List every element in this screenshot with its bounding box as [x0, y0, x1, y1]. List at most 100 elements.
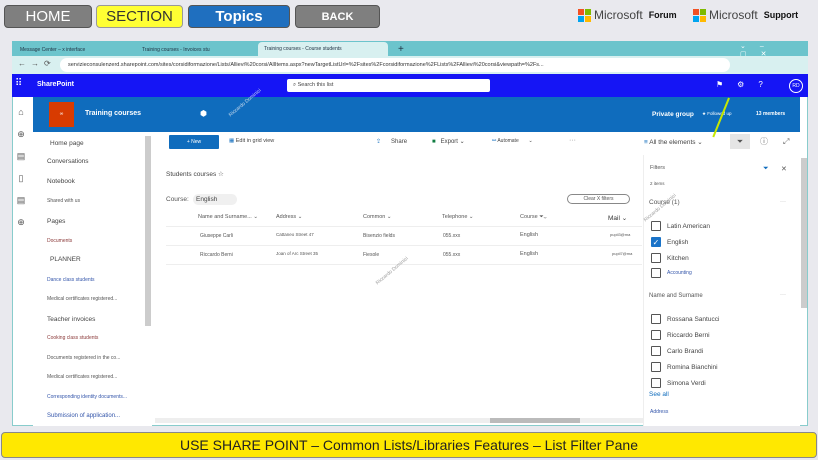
automate-button[interactable]: ⚯ Automate ⌄ — [492, 138, 533, 144]
nav-item[interactable]: Submission of application... — [47, 413, 120, 419]
back-button[interactable]: BACK — [295, 5, 380, 28]
site-title[interactable]: Training courses — [85, 110, 141, 117]
list-title[interactable]: Students courses ☆ — [166, 170, 224, 178]
edit-grid-button[interactable]: ▦ Edit in grid view — [229, 138, 274, 144]
suite-icons[interactable]: ⚑⚙? — [716, 80, 777, 89]
site-logo: ∞ — [49, 102, 74, 127]
nav-item[interactable]: Pages — [47, 218, 65, 225]
grid-label: Edit in grid view — [235, 138, 275, 144]
clear-filter-icon[interactable]: ⏷ — [763, 165, 769, 173]
browser-tab[interactable]: Training courses - Invoices stu — [136, 43, 254, 56]
column-header[interactable]: Course ⏷⌄ — [520, 214, 547, 221]
nav-item[interactable]: Documents — [47, 238, 72, 244]
checkbox[interactable] — [651, 330, 661, 340]
checkbox[interactable] — [651, 378, 661, 388]
column-header[interactable]: Common ⌄ — [363, 214, 391, 220]
excel-icon: ■ — [432, 139, 436, 145]
nav-item[interactable]: Notebook — [47, 178, 75, 185]
horizontal-scrollbar[interactable] — [155, 418, 643, 423]
nav-item[interactable]: Medical certificates registered... — [47, 374, 117, 380]
option-label: Rossana Santucci — [667, 315, 720, 323]
option-label: English — [667, 238, 689, 246]
new-tab-button[interactable]: + — [392, 43, 410, 56]
share-button[interactable]: ⇪ Share — [376, 138, 407, 145]
follow-button[interactable]: ★ Followed up — [702, 111, 732, 117]
home-button[interactable]: HOME — [4, 5, 92, 28]
grid-icon: ▦ — [229, 138, 235, 144]
microsoft-logo-icon — [578, 8, 591, 22]
nav-item[interactable]: Teacher invoices — [47, 316, 95, 323]
search-input[interactable]: ⌕ Search this list — [287, 79, 490, 92]
filter-option[interactable]: Carlo Brandi — [651, 346, 703, 356]
filter-option[interactable]: Kitchen — [651, 253, 689, 263]
nav-scrollbar[interactable] — [145, 136, 151, 326]
more-icon[interactable]: ··· — [780, 292, 786, 298]
section-button[interactable]: SECTION — [96, 5, 183, 28]
nav-heading[interactable]: PLANNER — [50, 256, 81, 263]
teams-icon[interactable]: ⬢ — [200, 109, 207, 118]
nav-item[interactable]: Cooking class students — [47, 335, 98, 341]
close-icon[interactable]: ✕ — [781, 165, 787, 173]
option-label: Kitchen — [667, 254, 689, 262]
nav-item[interactable]: Dance class students — [47, 277, 95, 283]
app-launcher-icon[interactable]: ⠿ — [15, 78, 22, 89]
nav-arrows-icon[interactable]: ←→⟳ — [18, 59, 56, 68]
filter-pane-title: Filters — [650, 165, 665, 171]
nav-item[interactable]: Conversations — [47, 158, 89, 165]
export-button[interactable]: ■ Export ⌄ — [432, 138, 465, 145]
app-rail[interactable]: ⌂ ⊕ ▤ ▯ ▤ ⊕ — [14, 101, 28, 233]
microsoft-forum-link[interactable]: Microsoft Forum — [578, 8, 677, 22]
share-icon: ⇪ — [376, 139, 382, 145]
column-header[interactable]: Address ⌄ — [276, 214, 302, 220]
filter-option[interactable]: Riccardo Berni — [651, 330, 710, 340]
filter-scrollbar[interactable] — [801, 158, 807, 308]
checkbox[interactable] — [651, 221, 661, 231]
new-button[interactable]: + New — [169, 135, 219, 149]
filter-option[interactable]: Simona Verdi — [651, 378, 706, 388]
checkbox[interactable] — [651, 268, 661, 278]
column-header[interactable]: Telephone ⌄ — [442, 214, 474, 220]
filter-option[interactable]: Accounting — [651, 268, 692, 278]
nav-item[interactable]: Shared with us — [47, 198, 80, 204]
divider — [166, 226, 642, 227]
view-selector[interactable]: ≡ All the elements ⌄ — [644, 138, 703, 146]
checkbox[interactable] — [651, 253, 661, 263]
nav-item[interactable]: Medical certificates registered... — [47, 296, 117, 302]
microsoft-support-link[interactable]: Microsoft Support — [693, 8, 798, 22]
filter-option[interactable]: ✓ English — [651, 237, 688, 247]
topics-button[interactable]: Topics — [188, 5, 290, 28]
browser-tab[interactable]: Message Center – x interface — [14, 43, 132, 56]
cell-common: Fiesole — [363, 252, 380, 258]
column-header[interactable]: Name and Surname... ⌄ — [198, 214, 258, 220]
cell-name: Giuseppe Carli — [200, 233, 234, 239]
avatar[interactable]: RD — [789, 79, 803, 93]
items-count: 2 items — [650, 181, 665, 186]
address-filter-heading[interactable]: Address — [650, 409, 668, 415]
checkbox[interactable] — [651, 362, 661, 372]
see-all-link[interactable]: See all — [649, 391, 669, 398]
column-header[interactable]: Mail ⌄ — [608, 214, 627, 222]
nav-item[interactable]: Documents registered in the co... — [47, 355, 120, 361]
info-expand-icons[interactable]: ⓘ⤢ — [760, 136, 804, 147]
clear-filters-button[interactable]: Clear X filters — [567, 194, 630, 204]
filter-option[interactable]: Rossana Santucci — [651, 314, 719, 324]
name-filter-heading[interactable]: Name and Surname — [649, 293, 703, 299]
filter-pane-button[interactable]: ⏷ — [730, 134, 750, 149]
checkbox-checked[interactable]: ✓ — [651, 237, 661, 247]
checkbox[interactable] — [651, 314, 661, 324]
browser-tab-active[interactable]: Training courses - Course students — [258, 42, 388, 56]
sharepoint-app-name[interactable]: SharePoint — [37, 81, 74, 88]
support-brand: Microsoft — [709, 8, 758, 22]
filter-option[interactable]: Latin American — [651, 221, 710, 231]
members-link[interactable]: 13 members — [756, 111, 785, 117]
cell-telephone: 055.xxx — [443, 252, 461, 258]
filter-option[interactable]: Romina Bianchini — [651, 362, 718, 372]
more-actions-button[interactable]: ··· — [569, 137, 576, 144]
url-field[interactable]: servizieconsulenzerd.sharepoint.com/site… — [60, 58, 730, 72]
checkbox[interactable] — [651, 346, 661, 356]
nav-item[interactable]: Home page — [50, 140, 84, 147]
more-icon[interactable]: ··· — [780, 199, 786, 205]
filter-chip[interactable]: English — [193, 194, 237, 205]
nav-item[interactable]: Corresponding identity documents... — [47, 394, 127, 400]
option-label: Carlo Brandi — [667, 347, 704, 355]
